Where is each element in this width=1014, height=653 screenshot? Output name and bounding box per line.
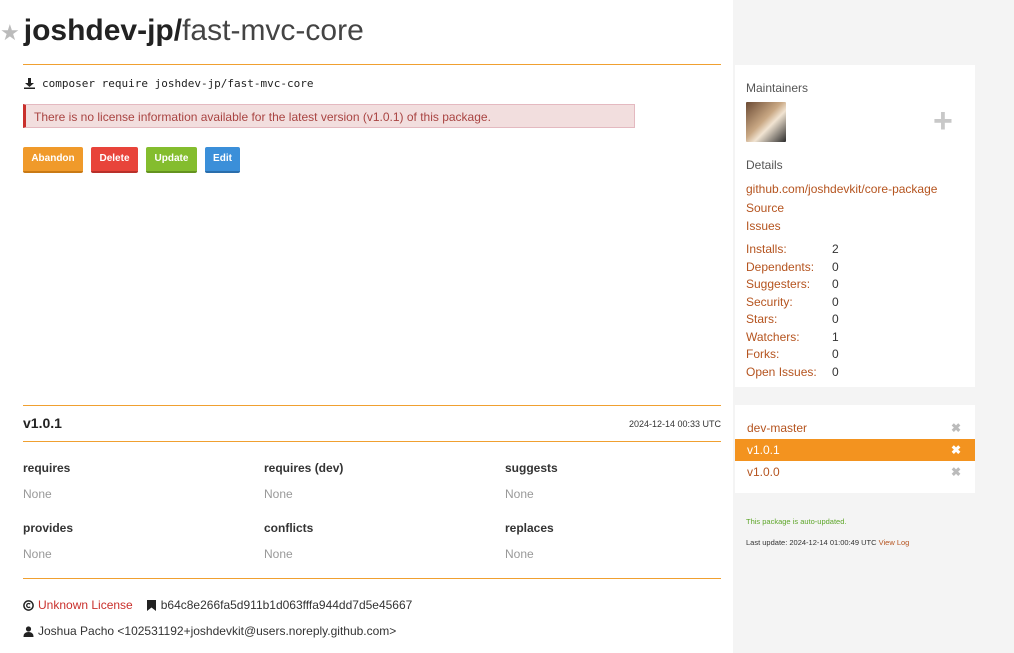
stat-value: 0: [832, 312, 839, 326]
version-item-active[interactable]: v1.0.1 ✖: [735, 439, 975, 461]
version-title: v1.0.1: [23, 415, 62, 431]
page-title: ★ joshdev-jp/ fast-mvc-core: [0, 14, 364, 54]
stat-label[interactable]: Security:: [746, 294, 832, 312]
repository-link[interactable]: github.com/joshdevkit/core-package: [746, 182, 937, 196]
commit-hash: b64c8e266fa5d911b1d063fffa944dd7d5e45667: [160, 598, 413, 612]
stat-value: 0: [832, 364, 839, 379]
stat-value: 2: [832, 242, 839, 256]
versions-list: dev-master ✖ v1.0.1 ✖ v1.0.0 ✖: [735, 405, 975, 493]
divider: [23, 64, 721, 65]
package-name: fast-mvc-core: [182, 14, 364, 47]
stat-label[interactable]: Watchers:: [746, 329, 832, 347]
replaces-value: None: [505, 547, 534, 561]
stat-label[interactable]: Suggesters:: [746, 276, 832, 294]
version-item[interactable]: v1.0.0 ✖: [735, 461, 975, 483]
requires-value: None: [23, 487, 52, 501]
add-maintainer-icon[interactable]: +: [933, 104, 953, 138]
suggests-value: None: [505, 487, 534, 501]
stat-label[interactable]: Open Issues:: [746, 364, 832, 382]
requires-heading: requires: [23, 461, 71, 475]
conflicts-heading: conflicts: [264, 521, 314, 535]
sidebar-panel: Maintainers + Details github.com/joshdev…: [735, 65, 975, 387]
delete-button[interactable]: Delete: [91, 147, 138, 173]
version-item[interactable]: dev-master ✖: [735, 417, 975, 439]
author-row: Joshua Pacho <102531192+joshdevkit@users…: [23, 624, 396, 638]
license-commit-row: Unknown License b64c8e266fa5d911b1d063ff…: [23, 598, 412, 612]
conflicts-value: None: [264, 547, 293, 561]
copyright-icon: [23, 599, 34, 611]
divider: [23, 441, 721, 442]
stat-value: 0: [832, 347, 839, 361]
stat-value: 0: [832, 277, 839, 291]
user-icon: [23, 625, 34, 637]
view-log-link[interactable]: View Log: [879, 538, 910, 547]
provides-heading: provides: [23, 521, 74, 535]
remove-icon[interactable]: ✖: [951, 439, 961, 461]
stat-label[interactable]: Forks:: [746, 346, 832, 364]
stat-value: 0: [832, 259, 839, 274]
package-stats: Installs: 2 Dependents: 0 Suggesters: 0 Sec…: [746, 241, 839, 381]
source-link[interactable]: Source: [746, 201, 784, 215]
requires-dev-value: None: [264, 487, 293, 501]
edit-button[interactable]: Edit: [205, 147, 240, 173]
stat-row: Stars: 0: [746, 311, 839, 329]
stat-row: Dependents: 0: [746, 259, 839, 277]
replaces-heading: replaces: [505, 521, 554, 535]
last-update-text: Last update: 2024-12-14 01:00:49 UTC: [746, 538, 877, 547]
bookmark-icon: [146, 599, 156, 611]
license-link[interactable]: Unknown License: [38, 598, 133, 612]
remove-icon[interactable]: ✖: [951, 417, 961, 439]
version-name[interactable]: v1.0.1: [747, 439, 780, 461]
divider: [23, 578, 721, 579]
divider: [23, 405, 721, 406]
download-icon: [24, 78, 35, 89]
details-label: Details: [746, 158, 783, 172]
stat-value: 1: [832, 329, 839, 344]
stat-row: Watchers: 1: [746, 329, 839, 347]
provides-value: None: [23, 547, 52, 561]
version-date: 2024-12-14 00:33 UTC: [628, 419, 721, 429]
stat-row: Open Issues: 0: [746, 364, 839, 382]
abandon-button[interactable]: Abandon: [23, 147, 83, 173]
stat-value: 0: [832, 294, 839, 309]
auto-update-status: This package is auto-updated.: [746, 517, 847, 526]
stat-row: Installs: 2: [746, 241, 839, 259]
version-name[interactable]: v1.0.0: [747, 461, 780, 483]
author-text: Joshua Pacho <102531192+joshdevkit@users…: [38, 624, 397, 638]
stat-label[interactable]: Installs:: [746, 241, 832, 259]
stat-row: Security: 0: [746, 294, 839, 312]
maintainers-label: Maintainers: [746, 81, 809, 95]
stat-label[interactable]: Stars:: [746, 311, 832, 329]
version-name[interactable]: dev-master: [747, 417, 807, 439]
stat-row: Suggesters: 0: [746, 276, 839, 294]
suggests-heading: suggests: [505, 461, 558, 475]
license-alert: There is no license information availabl…: [23, 104, 635, 128]
details-links: github.com/joshdevkit/core-package Sourc…: [746, 180, 937, 236]
requires-dev-heading: requires (dev): [264, 461, 344, 475]
composer-command: composer require joshdev-jp/fast-mvc-cor…: [24, 77, 314, 90]
star-icon[interactable]: ★: [0, 20, 20, 46]
update-button[interactable]: Update: [146, 147, 197, 173]
stat-row: Forks: 0: [746, 346, 839, 364]
vendor-name[interactable]: joshdev-jp/: [24, 14, 182, 48]
stat-label[interactable]: Dependents:: [746, 259, 832, 277]
remove-icon[interactable]: ✖: [951, 461, 961, 483]
maintainer-avatar[interactable]: [746, 102, 786, 142]
composer-command-text[interactable]: composer require joshdev-jp/fast-mvc-cor…: [42, 77, 314, 90]
last-update-info: Last update: 2024-12-14 01:00:49 UTC Vie…: [746, 538, 909, 547]
issues-link[interactable]: Issues: [746, 219, 781, 233]
